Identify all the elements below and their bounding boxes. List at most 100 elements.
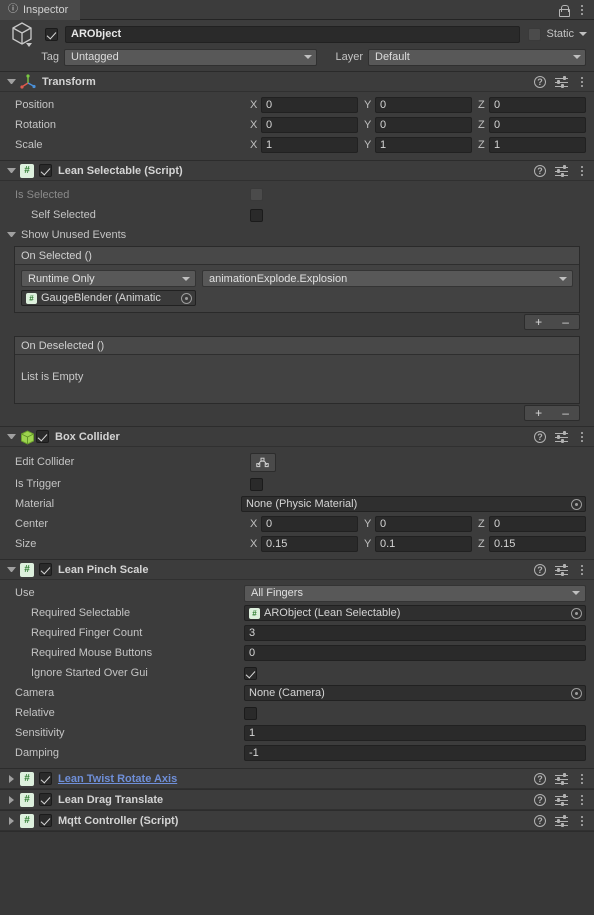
size-x-input[interactable]: 0.15	[261, 536, 358, 552]
relative-checkbox[interactable]	[244, 706, 257, 720]
show-unused-events-foldout[interactable]: Show Unused Events	[0, 225, 594, 244]
preset-settings-icon[interactable]	[555, 794, 568, 806]
component-transform-header[interactable]: Transform ?	[0, 72, 594, 92]
required-mouse-buttons-input[interactable]: 0	[244, 645, 586, 661]
center-y-input[interactable]: 0	[375, 516, 472, 532]
scale-z-input[interactable]: 1	[489, 137, 586, 153]
event-add-button[interactable]: +	[535, 316, 542, 328]
event-remove-button[interactable]: –	[562, 316, 569, 328]
help-icon[interactable]: ?	[534, 75, 546, 88]
scale-x-input[interactable]: 1	[261, 137, 358, 153]
event-mode-dropdown[interactable]: Runtime Only	[21, 270, 196, 287]
damping-value: -1	[249, 747, 259, 759]
event-add-remove-buttons[interactable]: + –	[524, 405, 580, 421]
layer-dropdown[interactable]: Default	[368, 48, 586, 66]
foldout-arrow-icon[interactable]	[9, 774, 14, 783]
component-lean-selectable-header[interactable]: # Lean Selectable (Script) ?	[0, 161, 594, 181]
is-trigger-checkbox[interactable]	[250, 477, 263, 491]
rotation-y-input[interactable]: 0	[375, 117, 472, 133]
camera-object-field[interactable]: None (Camera)	[244, 685, 586, 701]
component-lean-drag-translate-header[interactable]: # Lean Drag Translate ?	[0, 790, 594, 810]
component-enabled-checkbox[interactable]	[39, 814, 52, 827]
preset-settings-icon[interactable]	[555, 76, 568, 88]
kebab-menu-icon[interactable]	[577, 815, 587, 826]
damping-input[interactable]: -1	[244, 745, 586, 761]
object-picker-icon[interactable]	[181, 292, 192, 304]
required-selectable-object-field[interactable]: # ARObject (Lean Selectable)	[244, 605, 586, 621]
material-object-field[interactable]: None (Physic Material)	[241, 496, 586, 512]
scale-y-input[interactable]: 1	[375, 137, 472, 153]
component-lean-twist-rotate-axis-title[interactable]: Lean Twist Rotate Axis	[58, 773, 177, 785]
rotation-z-input[interactable]: 0	[489, 117, 586, 133]
object-picker-icon[interactable]	[571, 498, 582, 510]
game-object-enabled-checkbox[interactable]	[45, 27, 58, 41]
kebab-menu-icon[interactable]	[577, 431, 587, 442]
kebab-menu-icon[interactable]	[577, 794, 587, 805]
component-enabled-checkbox[interactable]	[39, 164, 52, 177]
lock-icon[interactable]	[558, 4, 570, 17]
position-y-input[interactable]: 0	[375, 97, 472, 113]
object-picker-icon[interactable]	[571, 687, 582, 699]
foldout-arrow-icon[interactable]	[7, 434, 16, 439]
help-icon[interactable]: ?	[534, 563, 546, 576]
foldout-arrow-icon[interactable]	[7, 168, 16, 173]
component-lean-pinch-scale-header[interactable]: # Lean Pinch Scale ?	[0, 560, 594, 580]
size-x-value: 0.15	[266, 538, 288, 550]
game-object-name-input[interactable]: ARObject	[65, 25, 521, 43]
static-dropdown-caret-icon[interactable]	[579, 32, 587, 36]
event-remove-button[interactable]: –	[562, 407, 569, 419]
kebab-menu-icon[interactable]	[577, 4, 587, 15]
foldout-arrow-icon[interactable]	[9, 795, 14, 804]
help-icon[interactable]: ?	[534, 814, 546, 827]
required-finger-count-input[interactable]: 3	[244, 625, 586, 641]
help-icon[interactable]: ?	[534, 430, 546, 443]
preset-settings-icon[interactable]	[555, 165, 568, 177]
preset-settings-icon[interactable]	[555, 431, 568, 443]
game-object-header: ARObject Static Tag Untagged Layer Defau…	[0, 20, 594, 72]
field-row-required-selectable: Required Selectable # ARObject (Lean Sel…	[0, 603, 594, 623]
component-mqtt-controller-header[interactable]: # Mqtt Controller (Script) ?	[0, 811, 594, 831]
kebab-menu-icon[interactable]	[577, 564, 587, 575]
rotation-x-input[interactable]: 0	[261, 117, 358, 133]
tag-dropdown[interactable]: Untagged	[64, 48, 317, 66]
kebab-menu-icon[interactable]	[577, 165, 587, 176]
component-box-collider-header[interactable]: Box Collider ?	[0, 427, 594, 447]
component-enabled-checkbox[interactable]	[39, 793, 52, 806]
tab-inspector[interactable]: ⓘ Inspector	[0, 0, 81, 20]
foldout-arrow-icon[interactable]	[7, 567, 16, 572]
kebab-menu-icon[interactable]	[577, 773, 587, 784]
rotation-y-value: 0	[380, 119, 387, 131]
event-method-dropdown[interactable]: animationExplode.Explosion	[202, 270, 573, 287]
help-icon[interactable]: ?	[534, 772, 546, 785]
event-add-remove-buttons[interactable]: + –	[524, 314, 580, 330]
unity-inspector-window: ⓘ Inspector ARObject Static Tag Untagged…	[0, 0, 594, 915]
preset-settings-icon[interactable]	[555, 815, 568, 827]
object-picker-icon[interactable]	[571, 607, 582, 619]
center-z-input[interactable]: 0	[489, 516, 586, 532]
position-x-input[interactable]: 0	[261, 97, 358, 113]
sensitivity-input[interactable]: 1	[244, 725, 586, 741]
static-checkbox[interactable]	[528, 27, 542, 41]
use-dropdown[interactable]: All Fingers	[244, 584, 586, 602]
field-row-center: Center X0 Y0 Z0	[0, 514, 594, 534]
self-selected-checkbox[interactable]	[250, 208, 263, 222]
component-enabled-checkbox[interactable]	[39, 772, 52, 785]
foldout-arrow-icon[interactable]	[9, 816, 14, 825]
size-y-input[interactable]: 0.1	[375, 536, 472, 552]
event-add-button[interactable]: +	[535, 407, 542, 419]
edit-collider-button[interactable]	[250, 452, 276, 472]
kebab-menu-icon[interactable]	[577, 76, 587, 87]
center-x-input[interactable]: 0	[261, 516, 358, 532]
component-enabled-checkbox[interactable]	[39, 563, 52, 576]
position-z-input[interactable]: 0	[489, 97, 586, 113]
preset-settings-icon[interactable]	[555, 564, 568, 576]
component-lean-twist-rotate-axis-header[interactable]: # Lean Twist Rotate Axis ?	[0, 769, 594, 789]
help-icon[interactable]: ?	[534, 793, 546, 806]
event-target-object-field[interactable]: # GaugeBlender (Animatic	[21, 290, 196, 306]
foldout-arrow-icon[interactable]	[7, 79, 16, 84]
preset-settings-icon[interactable]	[555, 773, 568, 785]
size-z-input[interactable]: 0.15	[489, 536, 586, 552]
help-icon[interactable]: ?	[534, 164, 546, 177]
component-enabled-checkbox[interactable]	[36, 430, 49, 443]
ignore-started-over-gui-checkbox[interactable]	[244, 666, 257, 680]
